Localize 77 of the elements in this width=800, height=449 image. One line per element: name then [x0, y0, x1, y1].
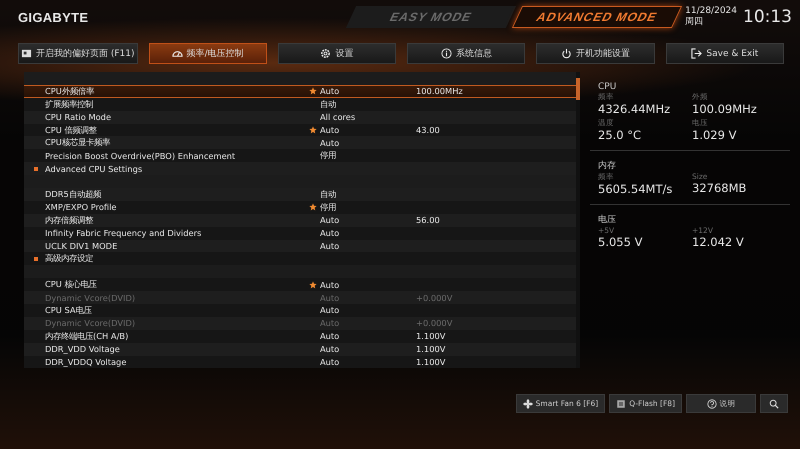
setting-value[interactable]: Auto: [320, 215, 416, 226]
setting-label: DDR_VDDQ Voltage: [45, 357, 128, 368]
setting-label: CPU外频倍率: [45, 86, 96, 97]
search-icon: [769, 398, 779, 409]
help-icon: [706, 398, 716, 409]
nav-tab[interactable]: Save & Exit: [666, 43, 784, 64]
setting-label: CPU Ratio Mode: [45, 112, 112, 122]
setting-value[interactable]: 自动: [320, 98, 416, 110]
monitor-value: 1.029 V: [692, 128, 738, 142]
setting-reading: 1.100V: [416, 357, 446, 368]
monitor-title: 电压: [598, 214, 617, 226]
setting-label: 内存倍频调整: [45, 214, 94, 226]
setting-reading: 43.00: [416, 125, 440, 135]
fan-icon: [522, 398, 533, 409]
setting-reading: 1.100V: [416, 344, 446, 354]
monitor-value: 32768MB: [692, 181, 748, 195]
clock-time: 10:13: [743, 7, 792, 27]
setting-label: Infinity Fabric Frequency and Dividers: [45, 228, 202, 238]
setting-reading: +0.000V: [416, 318, 452, 328]
monitor-value: 12.042 V: [692, 235, 745, 249]
setting-value[interactable]: Auto: [320, 228, 416, 238]
setting-label: CPU 倍频调整: [45, 124, 98, 136]
setting-label: Precision Boost Overdrive(PBO) Enhancement: [45, 150, 236, 161]
submenu-icon: [34, 256, 38, 261]
monitor-value: 100.09MHz: [692, 102, 758, 116]
setting-value[interactable]: 自动: [320, 188, 416, 200]
setting-value[interactable]: Auto: [320, 344, 416, 354]
nav-tab[interactable]: 频率/电压控制: [148, 43, 267, 64]
monitor-value: 4326.44MHz: [598, 102, 672, 116]
weekday-text: 周四: [685, 17, 704, 28]
nav-tab[interactable]: 系统信息: [407, 43, 526, 64]
setting-value[interactable]: Auto: [320, 241, 416, 252]
setting-value[interactable]: Auto: [320, 86, 416, 96]
date-text: 11/28/2024: [685, 6, 737, 17]
mode-tab[interactable]: ADVANCED MODE: [512, 6, 682, 28]
setting-value[interactable]: 停用: [320, 150, 416, 162]
setting-reading: +0.000V: [416, 292, 452, 303]
power-icon: [561, 48, 572, 59]
search-button[interactable]: [760, 394, 788, 414]
setting-label: CPU SA电压: [45, 304, 93, 316]
submenu-icon: [34, 166, 38, 171]
setting-value[interactable]: 停用: [320, 202, 416, 213]
setting-label: UCLK DIV1 MODE: [45, 241, 118, 252]
monitor-value: 5605.54MT/s: [598, 182, 674, 196]
settings-icon: [320, 48, 332, 59]
setting-reading: 56.00: [416, 215, 440, 226]
exit-icon: [691, 48, 702, 59]
gauge-icon: [172, 48, 183, 59]
setting-value[interactable]: Auto: [320, 280, 416, 290]
setting-label: CPU 核心电压: [45, 279, 98, 290]
setting-value[interactable]: Auto: [320, 357, 416, 368]
brand-logo: GIGABYTE: [18, 10, 90, 24]
setting-label: CPU核芯显卡频率: [45, 137, 112, 148]
setting-reading: 1.100V: [416, 331, 446, 342]
info-icon: [440, 48, 452, 59]
setting-label: Dynamic Vcore(DVID): [45, 292, 136, 303]
setting-value[interactable]: Auto: [320, 331, 416, 342]
monitor-value: 25.0 °C: [598, 128, 642, 142]
setting-label: 扩展频率控制: [45, 98, 94, 110]
nav-tab[interactable]: 开机功能设置: [536, 43, 655, 64]
setting-label: DDR_VDD Voltage: [45, 344, 121, 354]
setting-label: XMP/EXPO Profile: [45, 202, 118, 212]
setting-value[interactable]: Auto: [320, 138, 416, 148]
monitor-value: 5.055 V: [598, 235, 644, 249]
setting-label: Dynamic Vcore(DVID): [45, 318, 136, 328]
nav-tab[interactable]: 开启我的偏好页面 (F11): [18, 43, 138, 64]
setting-label: DDR5自动超频: [45, 188, 102, 200]
bookmark-icon: [21, 48, 32, 59]
setting-label: 内存终端电压(CH A/B): [45, 330, 130, 342]
monitor-title: 内存: [598, 160, 617, 172]
monitor-title: CPU: [598, 82, 618, 92]
nav-tab[interactable]: 设置: [278, 43, 396, 64]
setting-value[interactable]: Auto: [320, 125, 416, 135]
setting-value[interactable]: Auto: [320, 305, 416, 316]
chip-icon: [616, 398, 626, 409]
setting-value[interactable]: All cores: [320, 112, 416, 122]
setting-reading: 100.00MHz: [416, 86, 463, 96]
